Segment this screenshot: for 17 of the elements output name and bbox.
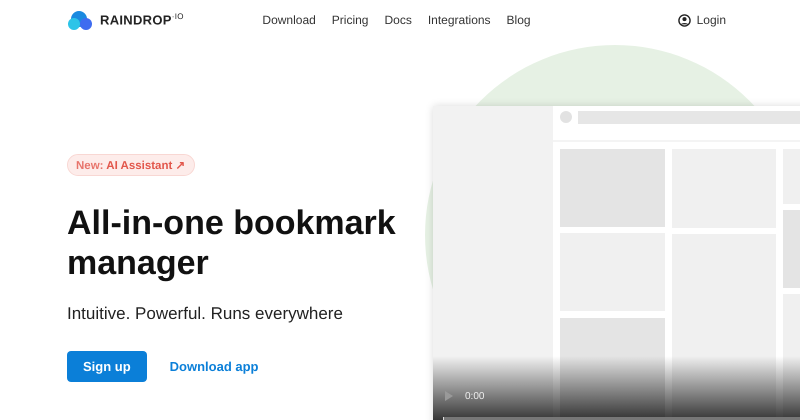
login-link[interactable]: Login	[678, 13, 726, 27]
logo-wordmark[interactable]: RAINDROP$^{·IO}$	[100, 12, 184, 28]
hero-subtitle: Intuitive. Powerful. Runs everywhere	[67, 304, 343, 324]
nav-link[interactable]: Pricing	[332, 13, 368, 27]
progress-bar[interactable]	[443, 417, 800, 420]
nav-link[interactable]: Blog	[506, 13, 531, 27]
cloud-logo-icon	[67, 10, 93, 30]
user-icon	[678, 14, 691, 26]
hero-title: All-in-one bookmark manager	[67, 203, 397, 283]
video-player[interactable]: 0:00	[433, 106, 800, 420]
download-link[interactable]: Download app	[170, 351, 259, 382]
video-time: 0:00	[465, 390, 484, 402]
nav-link[interactable]: Integrations	[428, 13, 491, 27]
nav-link[interactable]: Download	[262, 13, 316, 27]
signup-button[interactable]: Sign up	[67, 351, 147, 382]
play-icon[interactable]	[445, 391, 453, 401]
nav-link[interactable]: Docs	[384, 13, 412, 27]
